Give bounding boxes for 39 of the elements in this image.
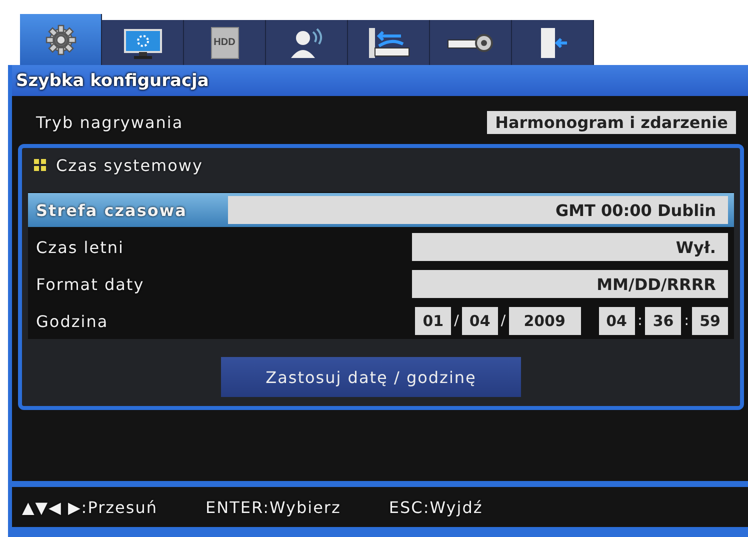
tab[interactable] — [348, 20, 430, 65]
separator: : — [638, 313, 642, 329]
tab[interactable] — [102, 20, 184, 65]
setting-row[interactable]: Strefa czasowa GMT 00:00 Dublin — [28, 193, 734, 227]
network-icon — [366, 26, 410, 60]
setting-label: Strefa czasowa — [36, 200, 188, 220]
tab[interactable] — [266, 20, 348, 65]
time-field[interactable]: 04 — [462, 307, 498, 335]
window-title: Szybka konfiguracja — [16, 70, 209, 90]
separator: / — [454, 313, 459, 329]
value-field[interactable]: MM/DD/RRRR — [412, 270, 728, 298]
time-field[interactable]: 01 — [415, 307, 452, 335]
value-field[interactable]: GMT 00:00 Dublin — [228, 196, 728, 224]
key-hint: ENTER:Wybierz — [206, 498, 341, 516]
value-field[interactable]: Harmonogram i zdarzenie — [487, 110, 736, 134]
hdd-icon: HDD — [210, 26, 238, 58]
time-field[interactable]: 59 — [692, 307, 728, 335]
value-field[interactable]: Wył. — [412, 233, 728, 261]
gear-icon — [44, 22, 78, 56]
tab[interactable] — [430, 20, 512, 65]
setting-row[interactable]: Czas letni Wył. — [28, 230, 734, 264]
setting-row[interactable]: Godzina 01 / 04 / 2009 04 : 36 : 59 — [28, 304, 734, 338]
time-field[interactable]: 04 — [598, 307, 635, 335]
tab[interactable]: HDD — [184, 20, 266, 65]
key-hint: ▲▼◀ ▶:Przesuń — [22, 498, 158, 516]
setting-label: Godzina — [36, 312, 110, 330]
year-field[interactable]: 2009 — [508, 307, 581, 335]
apply-button[interactable]: Zastosuj datę / godzinę — [221, 357, 521, 397]
time-field[interactable]: 36 — [645, 307, 682, 335]
separator: / — [500, 313, 506, 329]
grid-icon — [34, 159, 46, 171]
section-title: Czas systemowy — [56, 156, 203, 174]
separator: : — [684, 313, 689, 329]
key-hint: ESC:Wyjdź — [388, 498, 483, 516]
setting-label: Format daty — [36, 274, 146, 294]
setting-row[interactable]: Format daty MM/DD/RRRR — [28, 267, 734, 301]
tab[interactable] — [512, 20, 594, 65]
setting-label: Tryb nagrywania — [36, 112, 184, 132]
setting-label: Czas letni — [36, 238, 125, 256]
